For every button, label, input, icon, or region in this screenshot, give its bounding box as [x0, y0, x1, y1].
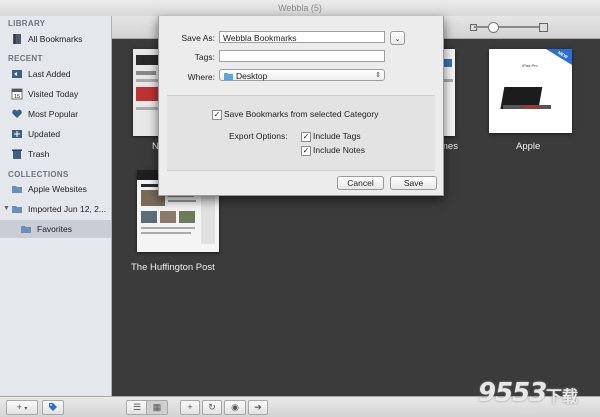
sidebar-header-collections: COLLECTIONS — [8, 170, 69, 179]
updated-icon — [12, 130, 22, 138]
sidebar-item-last-added[interactable]: Last Added — [0, 65, 111, 83]
bookmark-thumbnail[interactable]: NEW iPad Pro — [489, 49, 572, 133]
sidebar-header-recent: RECENT — [8, 54, 43, 63]
include-notes-label: Include Notes — [313, 145, 365, 155]
svg-text:15: 15 — [14, 94, 20, 100]
sidebar-item-all-bookmarks[interactable]: All Bookmarks — [0, 30, 111, 48]
save-dialog: Save As: Webbla Bookmarks ⌄ Tags: Where:… — [158, 16, 444, 196]
sidebar-header-library: LIBRARY — [8, 19, 46, 28]
heart-icon — [12, 109, 22, 118]
save-as-field[interactable]: Webbla Bookmarks — [219, 31, 385, 43]
window-title: Webbla (5) — [278, 3, 322, 13]
save-button[interactable]: Save — [390, 176, 437, 190]
chevron-down-icon: ▾ — [24, 406, 28, 412]
sidebar-item-label: Favorites — [37, 224, 72, 234]
tag-icon — [49, 403, 57, 411]
tags-field[interactable] — [219, 50, 385, 62]
refresh-icon: ↻ — [208, 402, 216, 412]
svg-text:iPad Pro: iPad Pro — [522, 63, 538, 68]
sidebar-item-visited-today[interactable]: 15 Visited Today — [0, 85, 111, 103]
include-notes-checkbox[interactable]: ✓ — [301, 146, 311, 156]
plus-icon: + — [187, 402, 193, 412]
sidebar-item-updated[interactable]: Updated — [0, 125, 111, 143]
where-select[interactable]: Desktop ⇕ — [219, 69, 385, 81]
tag-button[interactable] — [42, 400, 64, 415]
folder-icon — [12, 206, 22, 213]
trash-icon — [12, 149, 22, 159]
where-label: Where: — [187, 72, 215, 82]
zoom-in-icon — [539, 23, 548, 32]
sidebar-item-label: Visited Today — [28, 89, 79, 99]
selected-category-checkbox[interactable]: ✓ — [212, 110, 222, 120]
include-tags-label: Include Tags — [313, 131, 361, 141]
sidebar-item-imported[interactable]: ▼ Imported Jun 12, 2... — [0, 200, 111, 218]
bookmarks-icon — [13, 34, 21, 44]
save-as-label: Save As: — [181, 33, 215, 43]
zoom-slider[interactable] — [470, 21, 548, 33]
selected-category-label: Save Bookmarks from selected Category — [224, 109, 379, 119]
watermark-number: 9553 — [478, 378, 547, 408]
sidebar-item-label: Imported Jun 12, 2... — [28, 204, 106, 214]
grid-view-icon: ▦ — [152, 402, 162, 412]
sidebar-item-label: Most Popular — [28, 109, 79, 119]
sidebar-item-label: Apple Websites — [28, 184, 87, 194]
export-options-label: Export Options: — [229, 131, 288, 141]
bookmark-caption: Apple — [516, 141, 541, 152]
where-select-value: Desktop — [236, 71, 268, 81]
preview-button[interactable]: ◉ — [224, 400, 246, 415]
zoom-track — [474, 26, 544, 28]
cancel-button[interactable]: Cancel — [337, 176, 384, 190]
watermark-suffix: 下载 — [546, 389, 579, 406]
chevron-down-icon: ⌄ — [394, 36, 401, 43]
desktop-folder-icon — [224, 73, 233, 80]
apple-page-preview: NEW iPad Pro — [489, 49, 572, 133]
list-view-button[interactable]: ☰ — [126, 400, 148, 415]
open-button[interactable]: ➔ — [248, 400, 268, 415]
window-titlebar: Webbla (5) — [0, 0, 600, 17]
sidebar-item-label: Trash — [28, 149, 50, 159]
sidebar-item-trash[interactable]: Trash — [0, 145, 111, 163]
sidebar-item-label: Updated — [28, 129, 61, 139]
zoom-knob[interactable] — [488, 22, 499, 33]
add-bookmark-button[interactable]: + — [180, 400, 200, 415]
arrow-right-circle-icon: ➔ — [254, 402, 262, 412]
expand-dialog-button[interactable]: ⌄ — [390, 31, 405, 45]
sidebar: LIBRARY All Bookmarks RECENT Last Added … — [0, 16, 112, 396]
sidebar-item-apple-websites[interactable]: Apple Websites — [0, 180, 111, 198]
list-view-icon: ☰ — [132, 402, 142, 412]
tags-label: Tags: — [194, 52, 215, 62]
sidebar-item-favorites[interactable]: Favorites — [0, 220, 111, 238]
disclosure-triangle-icon[interactable]: ▼ — [3, 200, 10, 218]
folder-icon — [21, 226, 31, 233]
eye-icon: ◉ — [231, 402, 239, 412]
plus-icon: + — [16, 402, 22, 412]
watermark: 9553 下载 www.9553.com — [478, 376, 598, 416]
grid-view-button[interactable]: ▦ — [146, 400, 168, 415]
bookmark-caption: The Huffington Post — [131, 262, 215, 273]
include-tags-checkbox[interactable]: ✓ — [301, 132, 311, 142]
add-collection-button[interactable]: + ▾ — [6, 400, 38, 415]
sidebar-item-most-popular[interactable]: Most Popular — [0, 105, 111, 123]
sidebar-item-label: Last Added — [28, 69, 71, 79]
calendar-icon: 15 — [11, 88, 23, 100]
watermark-url: www.9553.com — [512, 407, 553, 413]
folder-icon — [12, 186, 22, 193]
sidebar-item-label: All Bookmarks — [28, 34, 83, 44]
refresh-button[interactable]: ↻ — [202, 400, 222, 415]
select-arrows-icon: ⇕ — [375, 72, 381, 79]
last-added-icon — [12, 70, 22, 78]
